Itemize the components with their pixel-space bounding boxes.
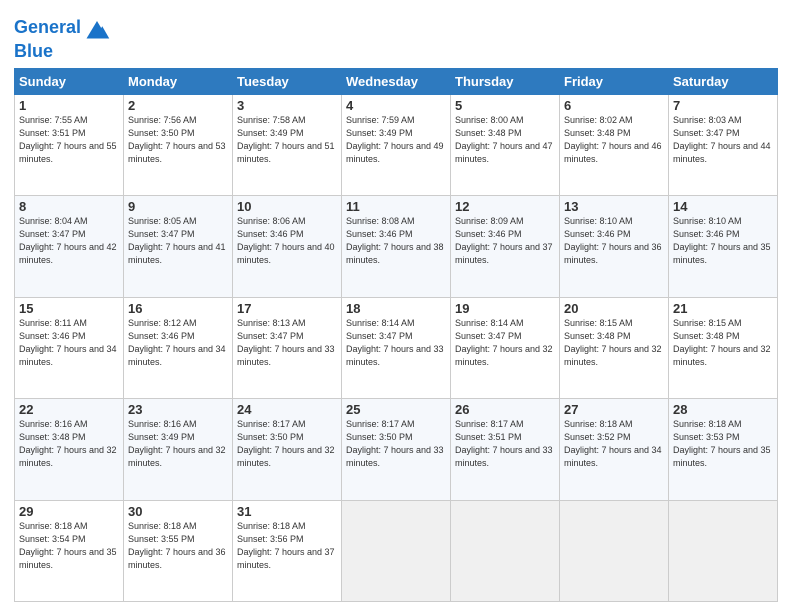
table-row: 11 Sunrise: 8:08 AM Sunset: 3:46 PM Dayl… <box>342 196 451 297</box>
calendar-week-1: 1 Sunrise: 7:55 AM Sunset: 3:51 PM Dayli… <box>15 94 778 195</box>
table-row: 25 Sunrise: 8:17 AM Sunset: 3:50 PM Dayl… <box>342 399 451 500</box>
table-row: 18 Sunrise: 8:14 AM Sunset: 3:47 PM Dayl… <box>342 297 451 398</box>
page: General Blue Sunday Monday Tuesday Wedne… <box>0 0 792 612</box>
empty-cell <box>451 500 560 601</box>
calendar-week-2: 8 Sunrise: 8:04 AM Sunset: 3:47 PM Dayli… <box>15 196 778 297</box>
table-row: 21 Sunrise: 8:15 AM Sunset: 3:48 PM Dayl… <box>669 297 778 398</box>
table-row: 16 Sunrise: 8:12 AM Sunset: 3:46 PM Dayl… <box>124 297 233 398</box>
table-row: 9 Sunrise: 8:05 AM Sunset: 3:47 PM Dayli… <box>124 196 233 297</box>
col-sunday: Sunday <box>15 68 124 94</box>
empty-cell <box>560 500 669 601</box>
table-row: 17 Sunrise: 8:13 AM Sunset: 3:47 PM Dayl… <box>233 297 342 398</box>
table-row: 29 Sunrise: 8:18 AM Sunset: 3:54 PM Dayl… <box>15 500 124 601</box>
logo-text2: Blue <box>14 42 111 62</box>
empty-cell <box>342 500 451 601</box>
calendar-header-row: Sunday Monday Tuesday Wednesday Thursday… <box>15 68 778 94</box>
logo-text: General <box>14 18 81 38</box>
table-row: 7 Sunrise: 8:03 AM Sunset: 3:47 PM Dayli… <box>669 94 778 195</box>
header: General Blue <box>14 10 778 62</box>
calendar-week-4: 22 Sunrise: 8:16 AM Sunset: 3:48 PM Dayl… <box>15 399 778 500</box>
logo: General Blue <box>14 14 111 62</box>
table-row: 13 Sunrise: 8:10 AM Sunset: 3:46 PM Dayl… <box>560 196 669 297</box>
table-row: 23 Sunrise: 8:16 AM Sunset: 3:49 PM Dayl… <box>124 399 233 500</box>
table-row: 20 Sunrise: 8:15 AM Sunset: 3:48 PM Dayl… <box>560 297 669 398</box>
calendar-week-5: 29 Sunrise: 8:18 AM Sunset: 3:54 PM Dayl… <box>15 500 778 601</box>
table-row: 27 Sunrise: 8:18 AM Sunset: 3:52 PM Dayl… <box>560 399 669 500</box>
table-row: 2 Sunrise: 7:56 AM Sunset: 3:50 PM Dayli… <box>124 94 233 195</box>
col-saturday: Saturday <box>669 68 778 94</box>
calendar-week-3: 15 Sunrise: 8:11 AM Sunset: 3:46 PM Dayl… <box>15 297 778 398</box>
table-row: 22 Sunrise: 8:16 AM Sunset: 3:48 PM Dayl… <box>15 399 124 500</box>
logo-icon <box>83 14 111 42</box>
table-row: 8 Sunrise: 8:04 AM Sunset: 3:47 PM Dayli… <box>15 196 124 297</box>
empty-cell <box>669 500 778 601</box>
table-row: 10 Sunrise: 8:06 AM Sunset: 3:46 PM Dayl… <box>233 196 342 297</box>
table-row: 12 Sunrise: 8:09 AM Sunset: 3:46 PM Dayl… <box>451 196 560 297</box>
table-row: 5 Sunrise: 8:00 AM Sunset: 3:48 PM Dayli… <box>451 94 560 195</box>
table-row: 4 Sunrise: 7:59 AM Sunset: 3:49 PM Dayli… <box>342 94 451 195</box>
table-row: 31 Sunrise: 8:18 AM Sunset: 3:56 PM Dayl… <box>233 500 342 601</box>
table-row: 14 Sunrise: 8:10 AM Sunset: 3:46 PM Dayl… <box>669 196 778 297</box>
col-monday: Monday <box>124 68 233 94</box>
table-row: 3 Sunrise: 7:58 AM Sunset: 3:49 PM Dayli… <box>233 94 342 195</box>
table-row: 24 Sunrise: 8:17 AM Sunset: 3:50 PM Dayl… <box>233 399 342 500</box>
table-row: 15 Sunrise: 8:11 AM Sunset: 3:46 PM Dayl… <box>15 297 124 398</box>
table-row: 19 Sunrise: 8:14 AM Sunset: 3:47 PM Dayl… <box>451 297 560 398</box>
table-row: 28 Sunrise: 8:18 AM Sunset: 3:53 PM Dayl… <box>669 399 778 500</box>
col-tuesday: Tuesday <box>233 68 342 94</box>
col-friday: Friday <box>560 68 669 94</box>
col-wednesday: Wednesday <box>342 68 451 94</box>
table-row: 30 Sunrise: 8:18 AM Sunset: 3:55 PM Dayl… <box>124 500 233 601</box>
calendar: Sunday Monday Tuesday Wednesday Thursday… <box>14 68 778 602</box>
col-thursday: Thursday <box>451 68 560 94</box>
table-row: 26 Sunrise: 8:17 AM Sunset: 3:51 PM Dayl… <box>451 399 560 500</box>
table-row: 1 Sunrise: 7:55 AM Sunset: 3:51 PM Dayli… <box>15 94 124 195</box>
table-row: 6 Sunrise: 8:02 AM Sunset: 3:48 PM Dayli… <box>560 94 669 195</box>
